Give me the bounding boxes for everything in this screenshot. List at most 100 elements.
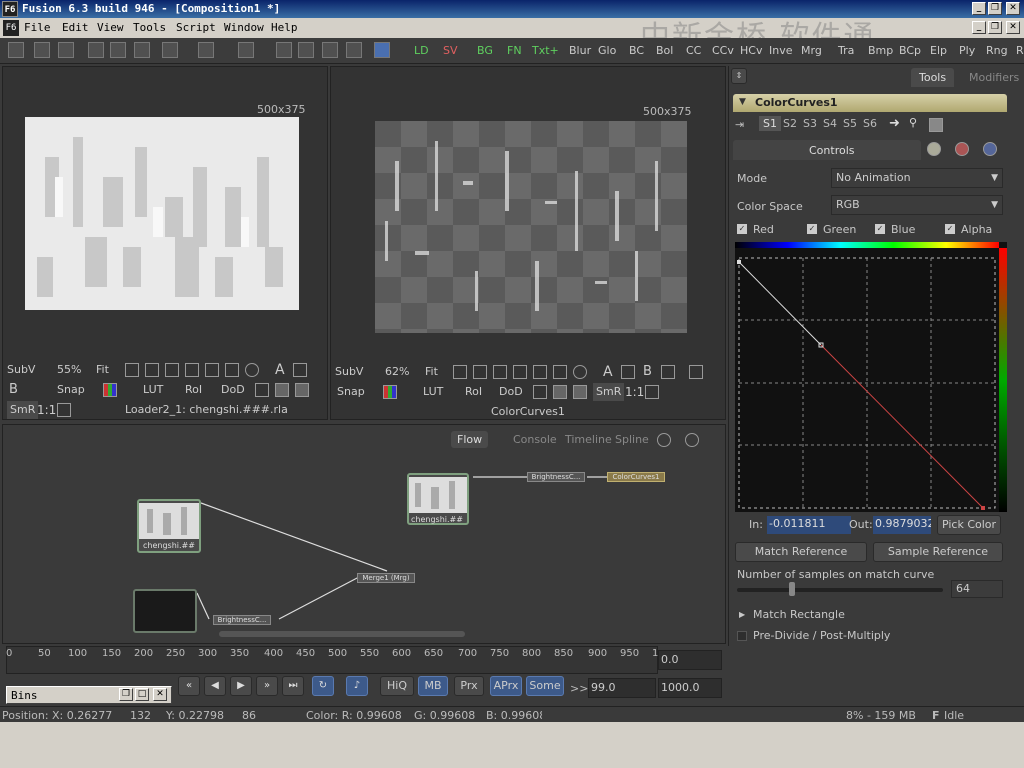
tool-tra[interactable]: Tra	[838, 42, 854, 60]
red-checkbox[interactable]: ✓	[737, 224, 747, 234]
match-reference-button[interactable]: Match Reference	[735, 542, 867, 562]
right-smr-button[interactable]: SmR	[593, 383, 625, 401]
save-icon[interactable]	[58, 42, 74, 58]
restore-icon[interactable]: ❐	[988, 2, 1002, 15]
bins-restore-icon[interactable]: ❐	[119, 688, 133, 701]
tool-rng[interactable]: Rng	[986, 42, 1008, 60]
bars-icon[interactable]	[645, 385, 659, 399]
menu-view[interactable]: View	[97, 21, 124, 34]
more-button[interactable]: >>	[570, 682, 588, 695]
end-icon[interactable]: ⏭	[282, 676, 304, 696]
left-viewer[interactable]: 500x375 SubV 55% Fit A B Snap LUT RoI Do…	[2, 66, 328, 420]
predivide-checkbox[interactable]	[737, 631, 747, 641]
open-icon[interactable]	[34, 42, 50, 58]
some-button[interactable]: Some	[526, 676, 564, 696]
panel-toggle-icon[interactable]: ⇕	[731, 68, 747, 84]
left-a-button[interactable]: A	[275, 361, 285, 379]
lock-icon[interactable]	[255, 383, 269, 397]
prx-button[interactable]: Prx	[454, 676, 484, 696]
alpha-icon[interactable]	[621, 365, 635, 379]
right-fit-button[interactable]: Fit	[425, 363, 438, 381]
ellipse-icon[interactable]	[245, 363, 259, 377]
end-frame-field[interactable]: 99.0	[588, 678, 656, 698]
layout2-icon[interactable]	[298, 42, 314, 58]
right-ratio-button[interactable]: 1:1	[625, 383, 644, 401]
left-roi-button[interactable]: RoI	[185, 381, 202, 399]
radiation-icon[interactable]	[927, 142, 941, 156]
rectangle-icon[interactable]	[553, 365, 567, 379]
tool-blur[interactable]: Blur	[569, 42, 591, 60]
current-frame-field[interactable]: 0.0	[658, 650, 722, 670]
doc-restore-icon[interactable]: ❐	[988, 21, 1002, 34]
merge-node[interactable]: Merge1 (Mrg)	[357, 573, 415, 583]
right-snap-button[interactable]: Snap	[337, 383, 365, 401]
left-smr-button[interactable]: SmR	[7, 401, 39, 419]
tool-bol[interactable]: Bol	[656, 42, 673, 60]
tab-controls[interactable]: Controls	[809, 144, 855, 157]
brightness-node-1[interactable]: BrightnessC...	[527, 472, 585, 482]
step-back-icon[interactable]: ◀	[204, 676, 226, 696]
samples-slider-track[interactable]	[737, 588, 943, 592]
left-ratio-button[interactable]: 1:1	[37, 401, 56, 419]
new-icon[interactable]	[8, 42, 24, 58]
info-icon[interactable]	[983, 142, 997, 156]
pick-color-button[interactable]: Pick Color	[937, 515, 1001, 535]
ellipse-icon[interactable]	[573, 365, 587, 379]
cut-icon[interactable]	[88, 42, 104, 58]
channels-icon[interactable]	[383, 385, 397, 399]
sample-reference-button[interactable]: Sample Reference	[873, 542, 1003, 562]
bins-close-icon[interactable]: ✕	[153, 688, 167, 701]
close-icon[interactable]: ✕	[1006, 2, 1020, 15]
left-dod-button[interactable]: DoD	[221, 381, 245, 399]
pin-icon[interactable]: ⇥	[735, 118, 744, 131]
tool-bmp[interactable]: Bmp	[868, 42, 893, 60]
undo-icon[interactable]	[162, 42, 178, 58]
slot-s1[interactable]: S1	[759, 116, 781, 131]
left-snap-button[interactable]: Snap	[57, 381, 85, 399]
play-icon[interactable]: ▶	[230, 676, 252, 696]
layout4-icon[interactable]	[346, 42, 362, 58]
paste-icon[interactable]	[134, 42, 150, 58]
mask-icon[interactable]	[473, 365, 487, 379]
left-b-button[interactable]: B	[9, 381, 18, 399]
menu-file[interactable]: File	[24, 21, 51, 34]
blue-checkbox[interactable]: ✓	[875, 224, 885, 234]
menu-window[interactable]: Window	[224, 21, 264, 34]
gear-icon[interactable]	[955, 142, 969, 156]
match-rectangle-label[interactable]: Match Rectangle	[753, 608, 845, 621]
aprx-button[interactable]: APrx	[490, 676, 522, 696]
wave-icon[interactable]	[125, 363, 139, 377]
tool-glo[interactable]: Glo	[598, 42, 616, 60]
slot-s6[interactable]: S6	[863, 117, 877, 130]
tab-tools[interactable]: Tools	[911, 68, 955, 87]
right-a-button[interactable]: A	[603, 363, 613, 381]
tool-bc[interactable]: BC	[629, 42, 644, 60]
tool-r[interactable]: R	[1016, 42, 1024, 60]
right-b-button[interactable]: B	[643, 363, 652, 381]
tool-inve[interactable]: Inve	[769, 42, 793, 60]
menu-help[interactable]: Help	[271, 21, 298, 34]
tool-ccv[interactable]: CCv	[712, 42, 734, 60]
arrow-icon[interactable]: ➜	[889, 116, 900, 131]
checker-icon[interactable]	[573, 385, 587, 399]
delete-icon[interactable]	[238, 42, 254, 58]
flow-panel[interactable]: Flow Console Timeline Spline chengshi.##…	[2, 424, 726, 644]
right-dod-button[interactable]: DoD	[499, 383, 523, 401]
brightness-node-2[interactable]: BrightnessC...	[213, 615, 271, 625]
copy-icon[interactable]	[110, 42, 126, 58]
redo-icon[interactable]	[198, 42, 214, 58]
right-subv-button[interactable]: SubV	[335, 363, 363, 381]
tool-sv[interactable]: SV	[443, 42, 458, 60]
wave-icon-2[interactable]	[661, 365, 675, 379]
tool-ply[interactable]: Ply	[959, 42, 975, 60]
green-checkbox[interactable]: ✓	[807, 224, 817, 234]
doc-close-icon[interactable]: ✕	[1006, 21, 1020, 34]
layout1-icon[interactable]	[276, 42, 292, 58]
expand-icon[interactable]: ▶	[739, 610, 745, 619]
audio-icon[interactable]: ♪	[346, 676, 368, 696]
tab-modifiers[interactable]: Modifiers	[967, 68, 1021, 87]
mask-icon[interactable]	[145, 363, 159, 377]
brush-icon-2[interactable]	[689, 365, 703, 379]
wave-icon[interactable]	[453, 365, 467, 379]
tool-header[interactable]: ▼ ColorCurves1	[733, 94, 1007, 112]
